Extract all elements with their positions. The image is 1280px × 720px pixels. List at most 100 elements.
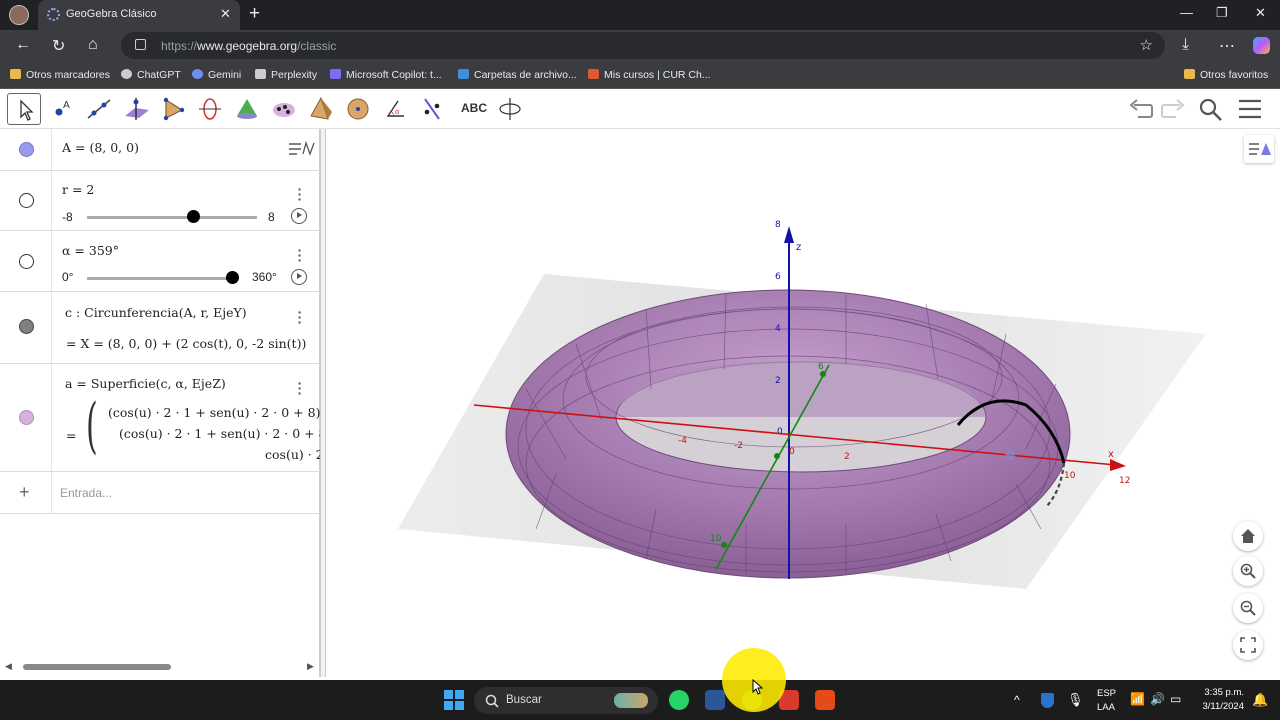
download-icon[interactable]: ⤓	[1182, 36, 1189, 54]
maximize-icon[interactable]: ❐	[1216, 5, 1228, 21]
line-tool-icon[interactable]	[82, 93, 116, 125]
fullscreen-button[interactable]	[1233, 630, 1263, 660]
scroll-right-icon[interactable]: ▶	[307, 661, 314, 672]
input-field[interactable]: Entrada...	[60, 486, 112, 500]
battery-icon[interactable]: ▭	[1170, 692, 1181, 706]
defender-icon[interactable]	[1041, 693, 1054, 708]
more-options-icon[interactable]: · · ·	[297, 305, 303, 329]
pyramid-tool-icon[interactable]	[304, 93, 338, 125]
text-tool[interactable]: ABC	[452, 93, 487, 125]
reflect-tool-icon[interactable]	[415, 93, 449, 125]
visibility-toggle-icon[interactable]	[19, 142, 34, 157]
algebra-row-point-a[interactable]: A = (8, 0, 0)	[0, 129, 320, 171]
other-favorites[interactable]: Otros favoritos	[1184, 69, 1268, 81]
bookmark-item[interactable]: ChatGPT	[121, 69, 181, 81]
zoom-in-button[interactable]	[1233, 556, 1263, 586]
copilot-icon[interactable]	[1253, 37, 1270, 54]
point-tool-icon[interactable]: A	[45, 93, 79, 125]
tab-geogebra[interactable]: GeoGebra Clásico ✕	[38, 0, 240, 30]
visibility-toggle-icon[interactable]	[19, 193, 34, 208]
play-animation-icon[interactable]	[291, 269, 307, 285]
home-view-button[interactable]	[1233, 521, 1263, 551]
move-tool-icon[interactable]	[7, 93, 41, 125]
scrollbar-thumb[interactable]	[23, 664, 171, 670]
whatsapp-icon[interactable]	[669, 690, 689, 710]
bookmark-item[interactable]: Otros marcadores	[10, 69, 110, 81]
algebra-input-row[interactable]: + Entrada...	[0, 472, 320, 514]
language-bottom[interactable]: LAA	[1097, 702, 1115, 713]
bookmark-item[interactable]: Gemini	[192, 69, 241, 81]
slider-max: 8	[268, 210, 275, 224]
visibility-toggle-icon[interactable]	[19, 319, 34, 334]
polygon-tool-icon[interactable]	[156, 93, 190, 125]
microphone-icon[interactable]: 🎙	[1067, 692, 1084, 708]
more-options-icon[interactable]: · · ·	[297, 243, 303, 267]
definition-text: c : Circunferencia(A, r, EjeY)	[65, 305, 247, 320]
intersect-surfaces-tool-icon[interactable]	[230, 93, 264, 125]
search-icon[interactable]	[1198, 97, 1224, 123]
clock-date[interactable]: 3/11/2024	[1197, 701, 1244, 712]
slider-thumb-alpha[interactable]	[226, 271, 240, 284]
algebra-row-slider-alpha[interactable]: α = 359° · · · 0° 360°	[0, 231, 320, 292]
windows-start-icon[interactable]	[444, 690, 464, 710]
visibility-toggle-icon[interactable]	[19, 254, 34, 269]
new-tab-icon[interactable]: +	[249, 3, 260, 25]
word-icon[interactable]	[705, 690, 725, 710]
algebra-style-icon[interactable]	[287, 138, 317, 160]
play-animation-icon[interactable]	[291, 208, 307, 224]
wifi-icon[interactable]: 📶	[1130, 692, 1145, 706]
tab-close-icon[interactable]: ✕	[220, 6, 231, 22]
zoom-out-icon	[1240, 600, 1256, 616]
bookmark-item[interactable]: Perplexity	[255, 69, 317, 81]
app-icon[interactable]	[815, 690, 835, 710]
address-bar[interactable]: https://www.geogebra.org/classic ☆	[121, 32, 1165, 59]
matrix-bracket: (	[86, 391, 98, 461]
reload-icon[interactable]: ↻	[52, 36, 65, 56]
clock-time[interactable]: 3:35 p.m.	[1200, 687, 1244, 698]
algebra-row-surface-a[interactable]: a = Superficie(c, α, EjeZ) · · · = ( (cos(…	[0, 364, 320, 472]
more-options-icon[interactable]: · · ·	[297, 376, 303, 400]
slider-thumb-r[interactable]	[186, 210, 200, 223]
language-top[interactable]: ESP	[1097, 688, 1116, 699]
graphics-style-button[interactable]	[1244, 135, 1274, 163]
algebra-row-slider-r[interactable]: r = 2 · · · -8 8	[0, 171, 320, 231]
zoom-out-button[interactable]	[1233, 593, 1263, 623]
sphere-tool-icon[interactable]	[341, 93, 375, 125]
circle-axis-tool-icon[interactable]	[193, 93, 227, 125]
slider-track-alpha[interactable]	[87, 277, 233, 280]
algebra-horizontal-scrollbar[interactable]: ◀ ▶	[5, 661, 317, 672]
bookmark-item[interactable]: Carpetas de archivo...	[458, 69, 577, 81]
back-icon[interactable]: ←	[15, 36, 31, 54]
scroll-left-icon[interactable]: ◀	[5, 661, 12, 672]
notifications-icon[interactable]: 🔔	[1252, 692, 1268, 708]
graphics-canvas[interactable]: z 8 6 4 2 0 x -4 -2 0 2 10 12 6 10	[326, 129, 1280, 677]
menu-dots-icon[interactable]: ⋯	[1219, 36, 1235, 56]
bookmark-item[interactable]: Microsoft Copilot: t...	[330, 69, 442, 81]
home-icon[interactable]: ⌂	[88, 36, 98, 54]
hamburger-menu-icon[interactable]	[1238, 97, 1262, 121]
graphics-3d-view[interactable]: z 8 6 4 2 0 x -4 -2 0 2 10 12 6 10	[326, 129, 1280, 677]
search-label: Buscar	[506, 694, 542, 706]
perpendicular-line-tool-icon[interactable]	[119, 93, 153, 125]
bookmark-star-icon[interactable]: ☆	[1140, 36, 1153, 54]
minimize-icon[interactable]: —	[1180, 5, 1193, 20]
redo-icon[interactable]	[1160, 97, 1186, 121]
view-divider[interactable]	[320, 129, 326, 677]
point-a[interactable]	[1005, 450, 1015, 460]
definition-text: a = Superficie(c, α, EjeZ)	[65, 376, 226, 391]
slider-track-r[interactable]	[87, 216, 257, 219]
algebra-row-circle-c[interactable]: c : Circunferencia(A, r, EjeY) · · · = X =…	[0, 292, 320, 364]
taskbar-search[interactable]: Buscar	[474, 687, 658, 714]
profile-avatar[interactable]	[9, 5, 29, 25]
plane-through-points-tool-icon[interactable]	[267, 93, 301, 125]
rotate-view-tool-icon[interactable]	[493, 93, 527, 125]
close-window-icon[interactable]: ✕	[1255, 5, 1266, 21]
bookmark-item[interactable]: Mis cursos | CUR Ch...	[588, 69, 711, 81]
show-hidden-icons[interactable]: ^	[1014, 693, 1020, 707]
undo-icon[interactable]	[1128, 97, 1154, 121]
volume-icon[interactable]: 🔊	[1150, 692, 1165, 706]
add-icon[interactable]: +	[19, 482, 30, 503]
more-options-icon[interactable]: · · ·	[297, 182, 303, 206]
visibility-toggle-icon[interactable]	[19, 410, 34, 425]
angle-tool-icon[interactable]: α	[378, 93, 412, 125]
